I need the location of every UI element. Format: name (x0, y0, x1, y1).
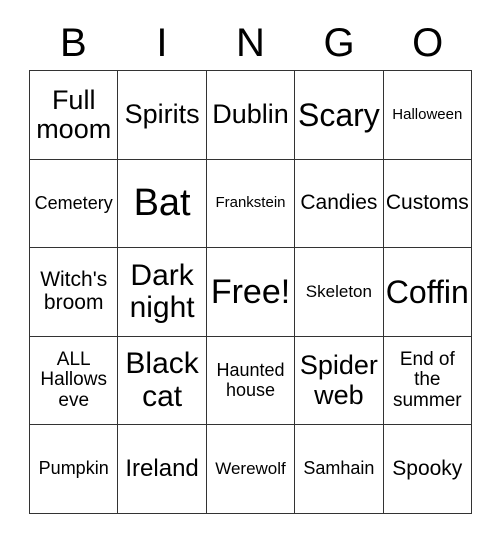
bingo-cell-label: Spider web (299, 350, 378, 410)
header-letter-o: O (412, 21, 444, 65)
bingo-cell-label: Bat (133, 181, 191, 224)
bingo-cell-b5[interactable]: Pumpkin (30, 425, 119, 514)
bingo-cell-label: Free! (210, 272, 291, 311)
bingo-cell-label: Dark night (129, 258, 195, 324)
bingo-card: B I N G O Full moom Spirits Dublin Scary… (0, 0, 500, 544)
bingo-cell-i5[interactable]: Ireland (118, 425, 207, 514)
bingo-header-letters: B I N G O (29, 18, 472, 68)
bingo-cell-b2[interactable]: Cemetery (30, 159, 119, 249)
bingo-cell-i1[interactable]: Spirits (118, 71, 207, 160)
bingo-cell-label: Cemetery (34, 192, 113, 213)
bingo-cell-label: Full moom (36, 84, 112, 144)
bingo-cell-n1[interactable]: Dublin (206, 71, 296, 160)
bingo-cell-o5[interactable]: Spooky (383, 425, 472, 514)
bingo-cell-g3[interactable]: Skeleton (295, 248, 384, 337)
bingo-cell-n5[interactable]: Werewolf (206, 425, 296, 514)
bingo-cell-label: Customs (385, 191, 469, 215)
bingo-cell-label: Haunted house (216, 360, 285, 400)
bingo-cell-i4[interactable]: Black cat (118, 336, 207, 426)
bingo-cell-label: Pumpkin (38, 458, 109, 479)
bingo-cell-label: Witch's broom (40, 268, 108, 314)
bingo-cell-label: Halloween (392, 105, 463, 123)
bingo-cell-o3[interactable]: Coffin (383, 248, 472, 337)
bingo-cell-i2[interactable]: Bat (118, 159, 207, 249)
bingo-cell-label: Ireland (125, 455, 199, 483)
bingo-cell-label: End of the summer (392, 348, 462, 411)
header-letter-g: G (323, 21, 355, 65)
bingo-cell-label: Samhain (303, 458, 375, 479)
bingo-cell-g5[interactable]: Samhain (295, 425, 384, 514)
bingo-grid: Full moom Spirits Dublin Scary Halloween… (29, 70, 472, 514)
bingo-cell-b4[interactable]: ALL Hallows eve (30, 336, 119, 426)
bingo-cell-g1[interactable]: Scary (295, 71, 384, 160)
bingo-cell-g2[interactable]: Candies (295, 159, 384, 249)
bingo-cell-label: Scary (297, 96, 380, 133)
bingo-cell-b3[interactable]: Witch's broom (30, 248, 119, 337)
header-letter-n: N (236, 21, 265, 65)
bingo-cell-label: Dublin (212, 99, 289, 130)
bingo-cell-n4[interactable]: Haunted house (206, 336, 296, 426)
bingo-cell-o2[interactable]: Customs (383, 159, 472, 249)
header-letter-i: I (156, 21, 168, 65)
bingo-cell-g4[interactable]: Spider web (295, 336, 384, 426)
bingo-cell-label: Frankstein (215, 194, 286, 212)
bingo-cell-o1[interactable]: Halloween (383, 71, 472, 160)
bingo-cell-label: Black cat (125, 347, 199, 413)
header-letter-b: B (59, 21, 87, 65)
bingo-cell-label: Spirits (124, 99, 200, 130)
bingo-cell-i3[interactable]: Dark night (118, 248, 207, 337)
bingo-cell-free-space[interactable]: Free! (206, 248, 296, 337)
bingo-cell-n2[interactable]: Frankstein (206, 159, 296, 249)
bingo-cell-b1[interactable]: Full moom (30, 71, 119, 160)
bingo-cell-label: Werewolf (215, 459, 286, 478)
bingo-cell-label: Candies (300, 191, 378, 215)
bingo-cell-label: ALL Hallows eve (40, 348, 107, 411)
bingo-cell-label: Spooky (392, 456, 463, 480)
bingo-cell-label: Coffin (385, 273, 469, 310)
bingo-cell-o4[interactable]: End of the summer (383, 336, 472, 426)
bingo-cell-label: Skeleton (305, 281, 372, 301)
